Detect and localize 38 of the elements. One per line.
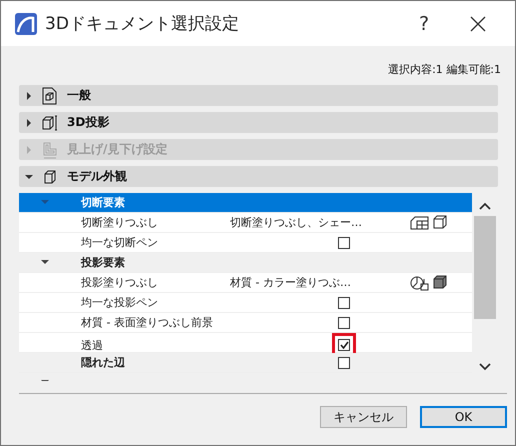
checkbox[interactable] <box>338 236 350 248</box>
expand-arrow-icon[interactable] <box>25 118 33 126</box>
floor-plan-icon <box>41 140 59 158</box>
checkbox[interactable] <box>338 316 350 328</box>
property-row[interactable]: 透過 <box>19 333 472 353</box>
scroll-thumb[interactable] <box>474 216 496 319</box>
checkbox[interactable] <box>338 339 350 351</box>
group-row[interactable]: 切断要素 <box>19 193 472 213</box>
property-row[interactable]: 投影塗りつぶし 材質 - カラー塗りつぶ… <box>19 273 472 293</box>
ok-button[interactable]: OK <box>420 406 507 428</box>
document-cube-icon <box>41 86 59 104</box>
help-button[interactable]: ? <box>401 4 447 44</box>
expand-arrow-icon[interactable] <box>41 258 49 266</box>
cancel-button[interactable]: キャンセル <box>320 406 407 428</box>
section-header[interactable]: 一般 <box>19 85 498 106</box>
close-icon <box>470 16 486 32</box>
shaded-cube-icon[interactable] <box>433 274 447 288</box>
group-row[interactable]: 隠れた辺 <box>19 353 472 373</box>
property-row[interactable]: 切断塗りつぶし 切断塗りつぶし、シェー… <box>19 213 472 233</box>
section-header[interactable]: 3D投影 <box>19 112 498 133</box>
fill-pattern-icon[interactable] <box>410 214 430 230</box>
cube-dimension-icon <box>41 114 59 132</box>
window-title: 3Dドキュメント選択設定 <box>45 13 240 35</box>
scroll-down-icon[interactable] <box>479 363 491 371</box>
property-value: 材質 - カラー塗りつぶ… <box>230 275 352 290</box>
section-header[interactable]: モデル外観 <box>19 166 498 187</box>
group-row[interactable]: 投影要素 <box>19 253 472 273</box>
scroll-up-icon[interactable] <box>479 202 491 210</box>
checkbox[interactable] <box>338 296 350 308</box>
selection-info: 選択内容:1 編集可能:1 <box>388 62 501 77</box>
expand-arrow-icon[interactable] <box>25 92 33 100</box>
app-logo-icon <box>15 12 37 34</box>
check-icon <box>340 341 348 349</box>
pie-brush-icon[interactable] <box>410 274 430 290</box>
cube-outline-icon[interactable] <box>433 214 447 228</box>
property-value: 切断塗りつぶし、シェー… <box>230 215 362 230</box>
expand-arrow-icon[interactable] <box>25 172 33 180</box>
checkbox[interactable] <box>338 356 350 368</box>
